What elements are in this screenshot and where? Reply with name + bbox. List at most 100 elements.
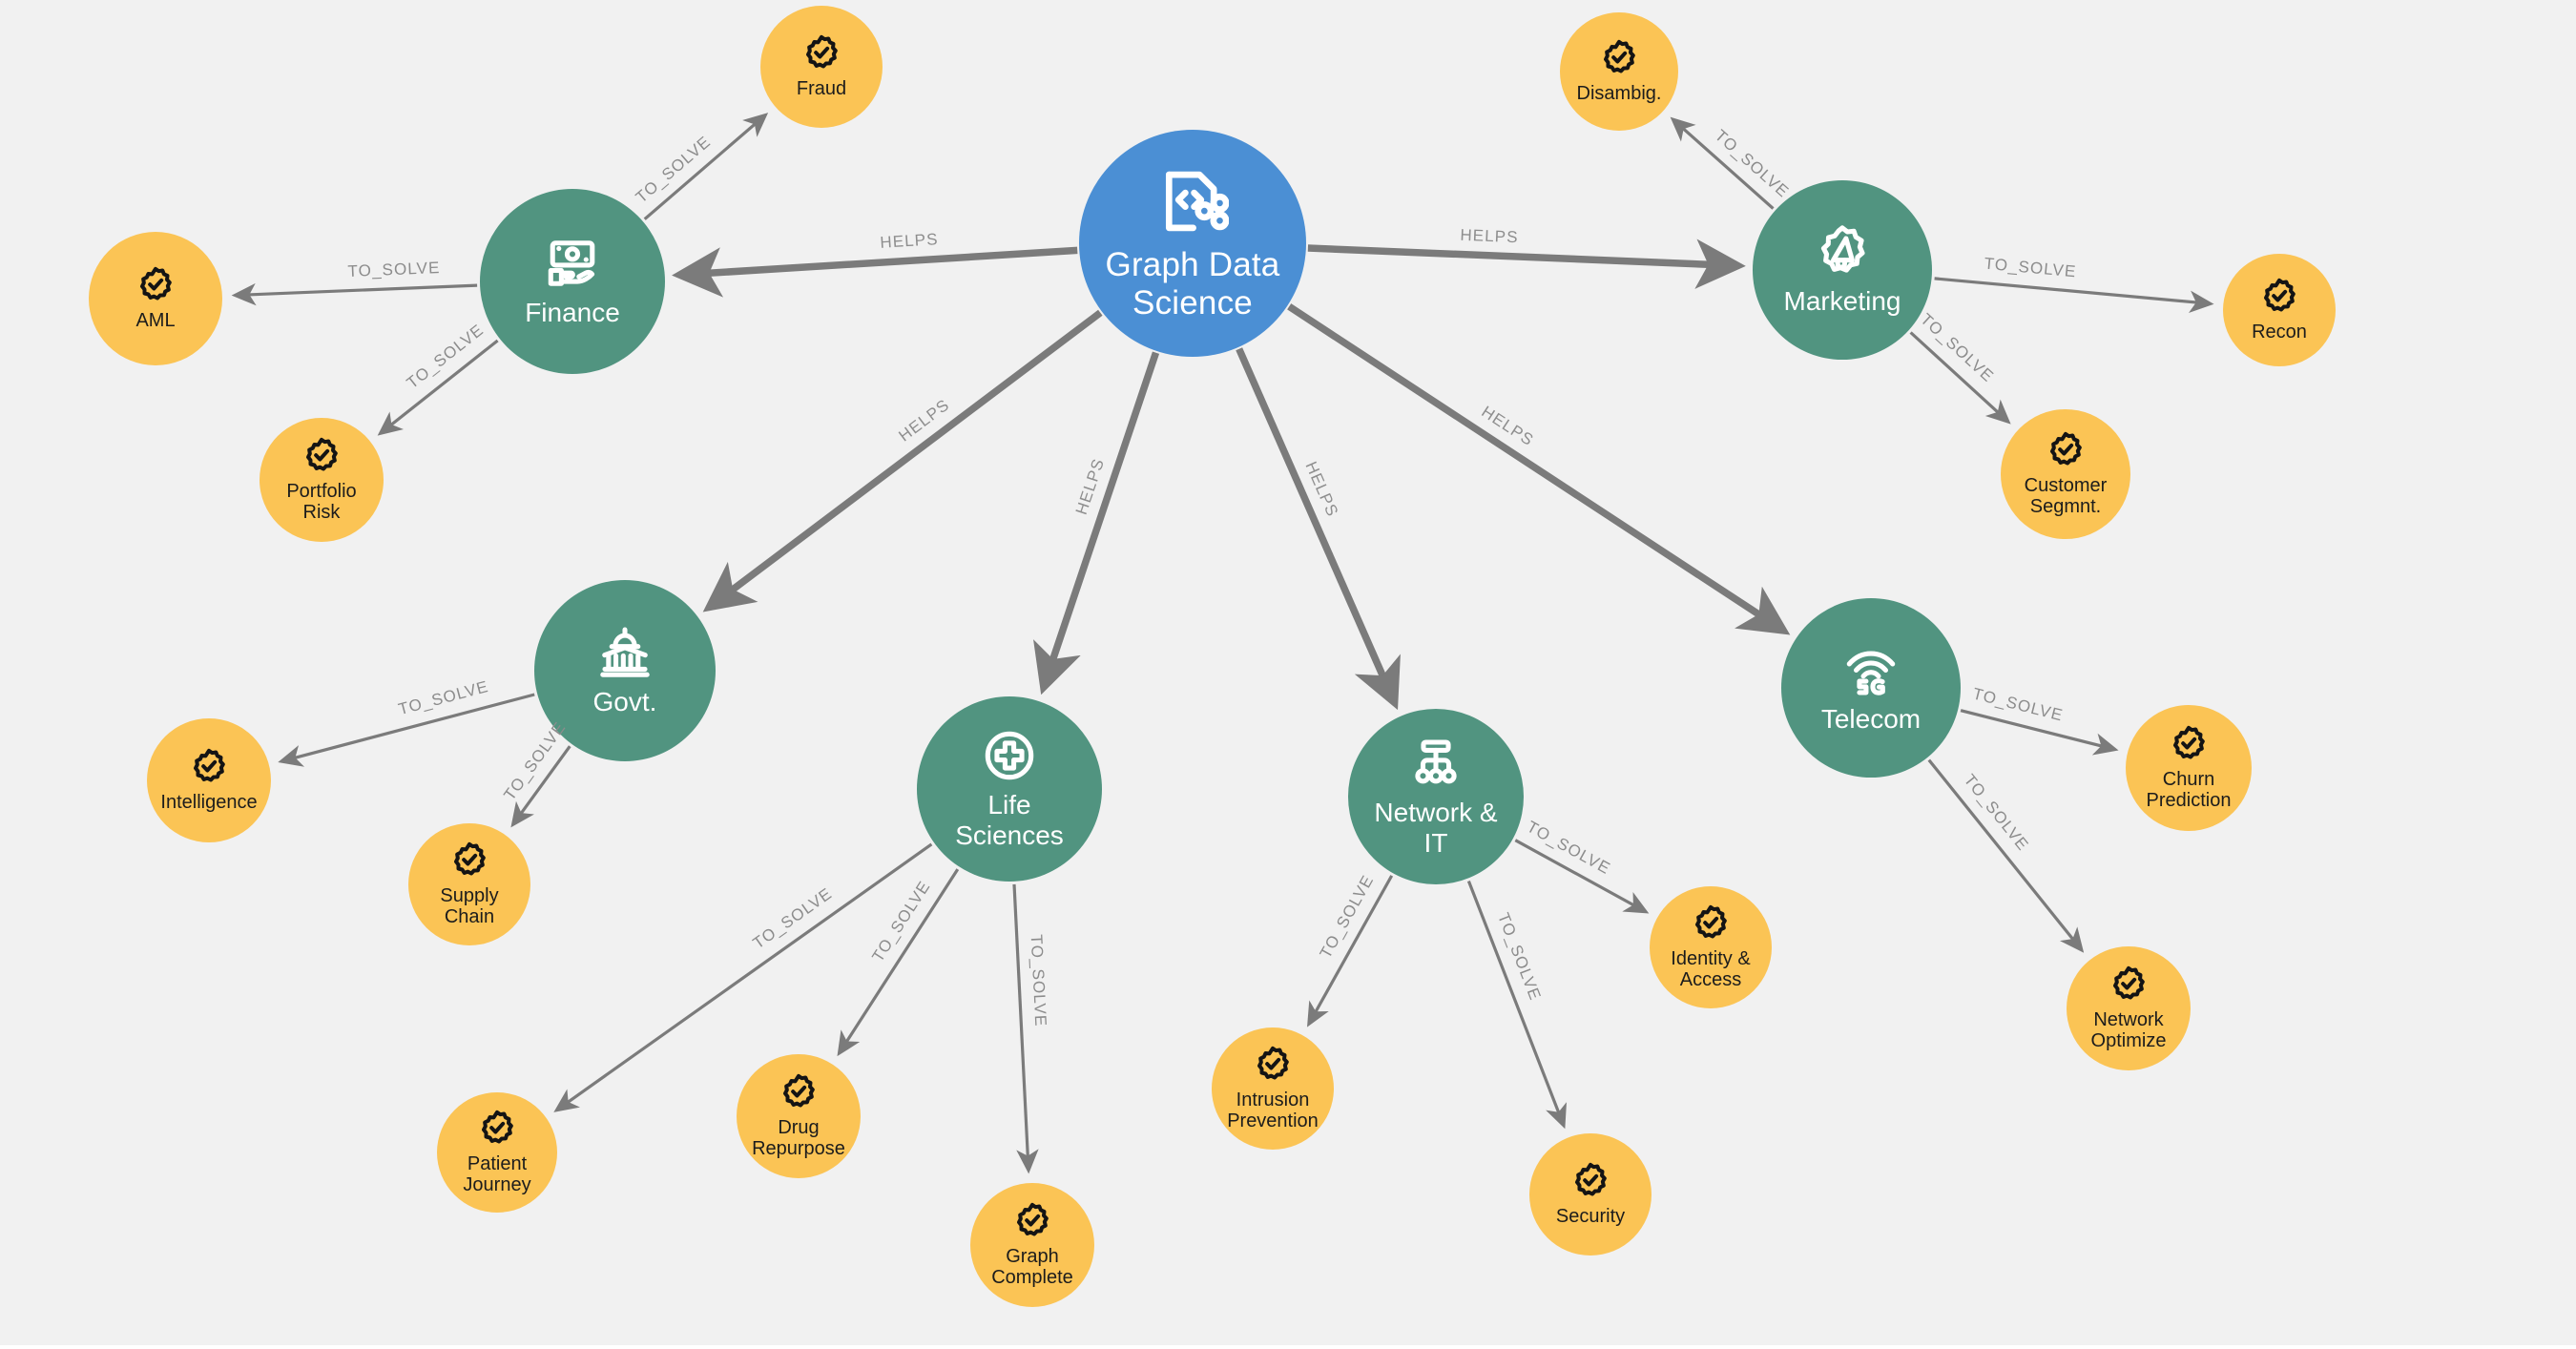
graph-node-finance[interactable]: Finance bbox=[480, 189, 665, 374]
code-share-icon bbox=[1156, 165, 1230, 238]
edge-label-lifesci-graphcomp: TO_SOLVE bbox=[1027, 933, 1050, 1027]
verified-badge-icon bbox=[302, 437, 341, 475]
graph-node-telecom[interactable]: Telecom bbox=[1781, 598, 1961, 778]
verified-badge-icon bbox=[1254, 1046, 1292, 1084]
edge-label-netit-intrusion: TO_SOLVE bbox=[1316, 871, 1378, 962]
graph-node-intrusion[interactable]: Intrusion Prevention bbox=[1212, 1027, 1334, 1150]
graph-node-label: Govt. bbox=[592, 686, 657, 716]
graph-edge-gds-lifesci bbox=[1033, 351, 1160, 695]
graph-edge-telecom-netopt bbox=[1927, 758, 2085, 953]
graph-edge-gds-telecom bbox=[1287, 303, 1791, 635]
graph-node-label: Portfolio Risk bbox=[286, 480, 357, 523]
graph-node-label: Network & IT bbox=[1374, 798, 1498, 858]
sitemap-icon bbox=[1408, 736, 1464, 791]
verified-badge-icon bbox=[802, 34, 841, 73]
edge-label-gds-telecom: HELPS bbox=[1478, 402, 1537, 450]
graph-node-patient[interactable]: Patient Journey bbox=[437, 1092, 557, 1213]
graph-node-supply[interactable]: Supply Chain bbox=[408, 823, 530, 945]
graph-node-label: Disambig. bbox=[1576, 82, 1662, 104]
graph-node-label: Marketing bbox=[1783, 285, 1901, 316]
edge-label-telecom-churn: TO_SOLVE bbox=[1970, 684, 2066, 725]
edge-label-lifesci-drug: TO_SOLVE bbox=[868, 877, 934, 965]
verified-badge-icon bbox=[478, 1110, 516, 1148]
graph-node-label: AML bbox=[135, 309, 176, 331]
graph-edge-netit-intrusion bbox=[1307, 875, 1394, 1027]
edge-label-gds-finance: HELPS bbox=[879, 230, 940, 253]
edge-label-govt-intel: TO_SOLVE bbox=[396, 677, 491, 719]
verified-badge-icon bbox=[136, 266, 175, 304]
verified-badge-icon bbox=[2170, 725, 2208, 763]
edge-label-gds-marketing: HELPS bbox=[1459, 225, 1519, 246]
graph-edge-marketing-custseg bbox=[1909, 331, 2011, 425]
edge-label-marketing-recon: TO_SOLVE bbox=[1983, 254, 2077, 281]
graph-node-security[interactable]: Security bbox=[1529, 1133, 1652, 1256]
graph-node-label: Graph Complete bbox=[991, 1245, 1073, 1288]
graph-node-label: Patient Journey bbox=[463, 1152, 531, 1195]
graph-edge-gds-marketing bbox=[1307, 239, 1746, 289]
graph-edge-gds-netit bbox=[1236, 347, 1401, 711]
edge-label-telecom-netopt: TO_SOLVE bbox=[1960, 770, 2032, 855]
graph-node-disambig[interactable]: Disambig. bbox=[1560, 12, 1678, 131]
graph-node-label: Churn Prediction bbox=[2146, 768, 2232, 811]
graph-node-label: Life Sciences bbox=[955, 790, 1064, 850]
graph-node-label: Fraud bbox=[796, 77, 847, 99]
graph-node-lifesci[interactable]: Life Sciences bbox=[917, 696, 1102, 882]
graph-node-label: Customer Segmnt. bbox=[2024, 474, 2108, 517]
graph-node-intel[interactable]: Intelligence bbox=[147, 718, 271, 842]
graph-edge-lifesci-drug bbox=[837, 868, 960, 1057]
graph-node-label: Telecom bbox=[1820, 703, 1922, 734]
graph-node-label: Recon bbox=[2252, 321, 2307, 342]
edge-label-netit-security: TO_SOLVE bbox=[1493, 910, 1545, 1004]
verified-badge-icon bbox=[1600, 39, 1638, 77]
graph-node-churn[interactable]: Churn Prediction bbox=[2126, 705, 2252, 831]
graph-node-drug[interactable]: Drug Repurpose bbox=[737, 1054, 861, 1178]
graph-node-label: Intrusion Prevention bbox=[1227, 1089, 1319, 1131]
edge-label-finance-aml: TO_SOLVE bbox=[347, 258, 442, 280]
graph-node-label: Graph Data Science bbox=[1105, 246, 1280, 322]
graph-node-graphcomp[interactable]: Graph Complete bbox=[970, 1183, 1094, 1307]
edge-label-finance-fraud: TO_SOLVE bbox=[632, 132, 715, 207]
graph-edge-gds-finance bbox=[672, 246, 1078, 298]
graph-edge-finance-portfolio bbox=[377, 339, 499, 436]
edge-label-marketing-custseg: TO_SOLVE bbox=[1916, 310, 1998, 386]
graph-node-portfolio[interactable]: Portfolio Risk bbox=[260, 418, 384, 542]
edge-label-marketing-disambig: TO_SOLVE bbox=[1711, 126, 1794, 201]
graph-node-aml[interactable]: AML bbox=[89, 232, 222, 365]
graph-node-label: Security bbox=[1555, 1205, 1626, 1227]
graph-node-govt[interactable]: Govt. bbox=[534, 580, 716, 761]
edge-label-lifesci-patient: TO_SOLVE bbox=[750, 884, 837, 953]
verified-badge-icon bbox=[2046, 431, 2085, 469]
graph-node-gds[interactable]: Graph Data Science bbox=[1079, 130, 1306, 357]
edge-label-finance-portfolio: TO_SOLVE bbox=[404, 321, 488, 393]
graph-edge-marketing-recon bbox=[1934, 277, 2214, 314]
graph-node-netopt[interactable]: Network Optimize bbox=[2067, 946, 2191, 1070]
verified-badge-icon bbox=[2260, 278, 2298, 316]
graph-edge-lifesci-patient bbox=[553, 842, 933, 1112]
verified-badge-icon bbox=[1013, 1202, 1051, 1240]
graph-node-idaccess[interactable]: Identity & Access bbox=[1650, 886, 1772, 1008]
graph-edge-lifesci-graphcomp bbox=[1012, 883, 1039, 1174]
verified-badge-icon bbox=[2109, 965, 2148, 1004]
graph-node-label: Supply Chain bbox=[440, 884, 499, 927]
graph-edge-marketing-disambig bbox=[1670, 116, 1775, 210]
graph-edge-netit-idaccess bbox=[1514, 839, 1650, 914]
graph-node-fraud[interactable]: Fraud bbox=[760, 6, 883, 128]
megaphone-badge-icon bbox=[1815, 224, 1870, 280]
graph-canvas[interactable]: Graph Data Science Finance Marketing Govt. L… bbox=[0, 0, 2576, 1349]
graph-edge-netit-security bbox=[1466, 881, 1568, 1130]
graph-edge-govt-intel bbox=[278, 693, 535, 767]
graph-node-recon[interactable]: Recon bbox=[2223, 254, 2336, 366]
capitol-building-icon bbox=[597, 625, 653, 680]
graph-edge-finance-aml bbox=[231, 282, 478, 306]
edge-label-gds-netit: HELPS bbox=[1301, 459, 1342, 520]
verified-badge-icon bbox=[1571, 1162, 1610, 1200]
graph-node-label: Identity & Access bbox=[1671, 947, 1751, 990]
graph-node-netit[interactable]: Network & IT bbox=[1348, 709, 1524, 884]
graph-node-custseg[interactable]: Customer Segmnt. bbox=[2001, 409, 2130, 539]
graph-node-marketing[interactable]: Marketing bbox=[1753, 180, 1932, 360]
medical-cross-icon bbox=[982, 728, 1037, 783]
banknote-hand-icon bbox=[545, 236, 600, 291]
graph-node-label: Network Optimize bbox=[2090, 1008, 2167, 1051]
edge-label-netit-idaccess: TO_SOLVE bbox=[1524, 817, 1614, 878]
verified-badge-icon bbox=[779, 1073, 818, 1111]
